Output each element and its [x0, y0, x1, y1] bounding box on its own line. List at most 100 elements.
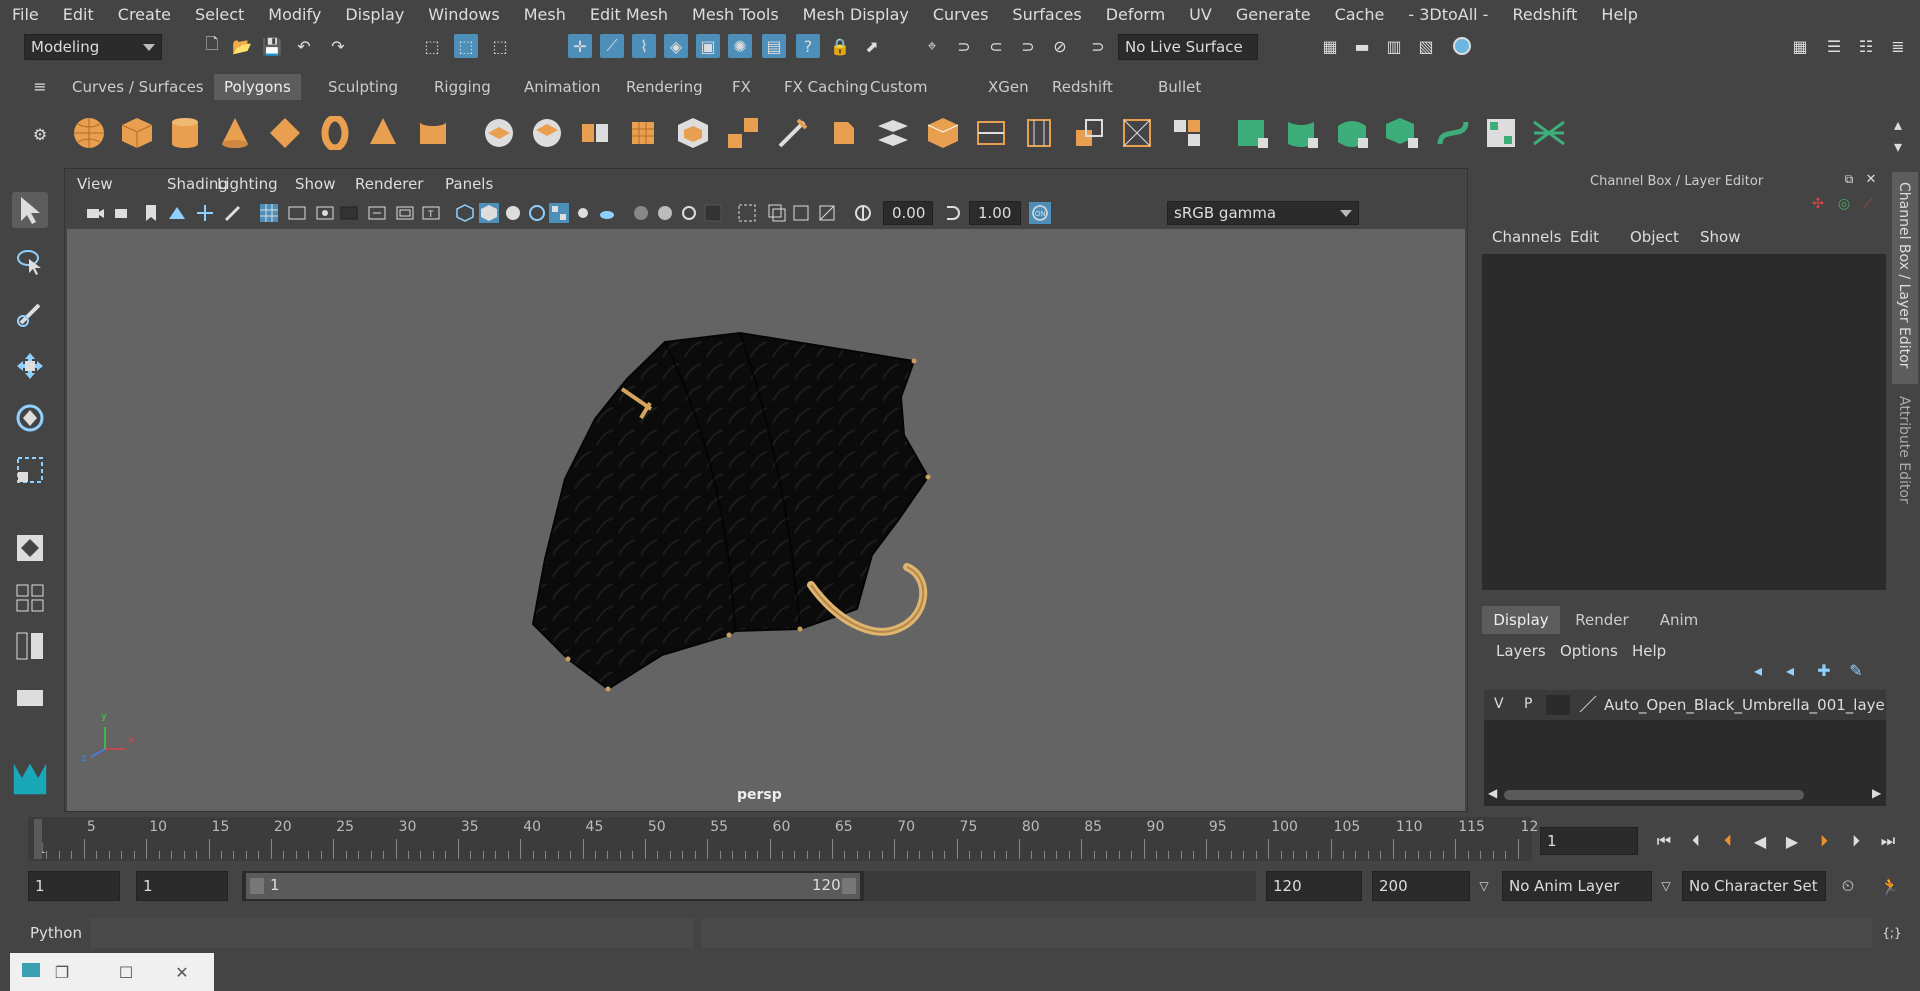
gamma-field[interactable]: 1.00: [969, 201, 1021, 225]
layer-tab-display[interactable]: Display: [1482, 606, 1560, 634]
new-layer-icon[interactable]: ✚: [1812, 658, 1836, 682]
layer-menu-help[interactable]: Help: [1632, 642, 1666, 660]
exposure-icon[interactable]: [853, 203, 873, 223]
exposure-field[interactable]: 0.00: [883, 201, 933, 225]
start-time-field[interactable]: 1: [28, 871, 120, 901]
motion-blur-icon[interactable]: [655, 203, 675, 223]
restore-window-icon[interactable]: ❐: [50, 960, 74, 984]
uv-cylindrical-icon[interactable]: [1286, 116, 1320, 150]
range-empty-track[interactable]: [864, 871, 1256, 901]
timeline-track[interactable]: 1510152025303540455055606570758085909510…: [28, 817, 1538, 861]
step-forward-frame-icon[interactable]: ⏵: [1844, 829, 1868, 853]
layer-name[interactable]: Auto_Open_Black_Umbrella_001_laye: [1604, 696, 1884, 714]
render-frame-icon[interactable]: ▤: [762, 34, 786, 58]
reflection-icon[interactable]: ⊘: [1048, 34, 1072, 58]
save-scene-icon[interactable]: 💾: [260, 34, 284, 58]
layer-scrollbar[interactable]: [1504, 790, 1804, 800]
soft-select-icon[interactable]: ⊃: [1016, 34, 1040, 58]
fill-hole-icon[interactable]: [1170, 116, 1204, 150]
uv-auto-icon[interactable]: [1386, 116, 1420, 150]
menu-mesh[interactable]: Mesh: [512, 5, 578, 24]
ambient-occlusion-icon[interactable]: [631, 203, 651, 223]
uv-cut-sew-icon[interactable]: [1532, 116, 1566, 150]
bridge-icon[interactable]: [876, 116, 910, 150]
redo-icon[interactable]: ↷: [326, 34, 350, 58]
uv-unfold-icon[interactable]: [1436, 116, 1470, 150]
go-to-start-icon[interactable]: ⏮: [1652, 829, 1676, 853]
side-tab-channel-box[interactable]: Channel Box / Layer Editor: [1892, 172, 1918, 384]
new-layer-selected-icon[interactable]: ✎: [1844, 658, 1868, 682]
menu-mesh-tools[interactable]: Mesh Tools: [680, 5, 791, 24]
manipulator-icon[interactable]: ◎: [1834, 194, 1854, 214]
select-objects-icon[interactable]: ⬚: [454, 34, 478, 58]
menu-surfaces[interactable]: Surfaces: [1000, 5, 1093, 24]
mirror-icon[interactable]: [726, 116, 760, 150]
outliner-layout-icon[interactable]: [12, 628, 48, 664]
character-set-field[interactable]: No Character Set: [1682, 871, 1826, 901]
new-scene-icon[interactable]: 🗋: [200, 34, 224, 58]
shelf-settings-icon[interactable]: ⚙: [28, 122, 52, 146]
render-settings-icon[interactable]: ▦: [1318, 34, 1342, 58]
menu-generate[interactable]: Generate: [1224, 5, 1323, 24]
2d-pan-zoom-icon[interactable]: [195, 203, 215, 223]
menu-uv[interactable]: UV: [1177, 5, 1224, 24]
render-view-icon[interactable]: ▧: [1414, 34, 1438, 58]
command-input[interactable]: [90, 918, 694, 948]
layer-toggle-icon[interactable]: ≣: [1886, 34, 1910, 58]
layer-playback-toggle[interactable]: P: [1524, 696, 1532, 712]
menu-curves[interactable]: Curves: [921, 5, 1001, 24]
boolean-icon[interactable]: [676, 116, 710, 150]
close-window-icon[interactable]: ✕: [170, 960, 194, 984]
menu-create[interactable]: Create: [106, 5, 183, 24]
shelf-tab-bullet[interactable]: Bullet: [1148, 74, 1211, 100]
shelf-tab-polygons[interactable]: Polygons: [214, 74, 301, 100]
camera-select-icon[interactable]: [85, 203, 105, 223]
maximize-window-icon[interactable]: ☐: [114, 960, 138, 984]
channel-menu-channels[interactable]: Channels: [1492, 228, 1561, 246]
side-tab-attribute-editor[interactable]: Attribute Editor: [1892, 396, 1918, 526]
lasso-tool-icon[interactable]: [12, 244, 48, 280]
go-to-end-icon[interactable]: ⏭: [1876, 829, 1900, 853]
snap-point-icon[interactable]: ⌇: [632, 34, 656, 58]
xray-components-icon[interactable]: [817, 203, 837, 223]
pivot-icon[interactable]: ⟋: [1858, 194, 1878, 214]
smooth-icon[interactable]: [626, 116, 660, 150]
snap-view-plane-icon[interactable]: ◈: [664, 34, 688, 58]
move-layer-down-icon[interactable]: ◂: [1778, 658, 1802, 682]
scroll-left-icon[interactable]: ◀: [1488, 786, 1497, 800]
shelf-tab-sculpting[interactable]: Sculpting: [318, 74, 408, 100]
xray-icon[interactable]: [767, 203, 787, 223]
shelf-scroll-up-icon[interactable]: ▴: [1886, 112, 1910, 136]
lights-icon[interactable]: [573, 203, 593, 223]
snap-live-icon[interactable]: ▣: [696, 34, 720, 58]
menu-help[interactable]: Help: [1589, 5, 1649, 24]
select-components-icon[interactable]: ⬚: [488, 34, 512, 58]
uv-spherical-icon[interactable]: [1336, 116, 1370, 150]
merge-icon[interactable]: [1120, 116, 1154, 150]
open-scene-icon[interactable]: 📂: [230, 34, 254, 58]
grease-pencil-icon[interactable]: [223, 203, 243, 223]
poly-sphere-icon[interactable]: [72, 116, 106, 150]
layer-menu-options[interactable]: Options: [1560, 642, 1618, 660]
append-polygon-icon[interactable]: [1072, 116, 1106, 150]
anim-layer-chevron-icon[interactable]: ▽: [1472, 874, 1496, 898]
anim-layer-field[interactable]: No Anim Layer: [1502, 871, 1652, 901]
smooth-shade-icon[interactable]: [479, 203, 499, 223]
channel-menu-edit[interactable]: Edit: [1570, 228, 1599, 246]
channel-list[interactable]: [1482, 254, 1886, 590]
select-hierarchy-icon[interactable]: ⬚: [420, 34, 444, 58]
script-language-label[interactable]: Python: [30, 924, 82, 942]
snap-center-icon[interactable]: ✺: [728, 34, 752, 58]
shelf-menu-icon[interactable]: ≡: [28, 74, 52, 98]
menu-redshift[interactable]: Redshift: [1500, 5, 1589, 24]
range-start-grip[interactable]: [250, 878, 264, 894]
gamma-icon[interactable]: [943, 203, 963, 223]
scroll-right-icon[interactable]: ▶: [1872, 786, 1881, 800]
float-panel-icon[interactable]: ⧉: [1840, 170, 1858, 188]
shelf-tab-xgen[interactable]: XGen: [978, 74, 1039, 100]
shelf-tab-fx[interactable]: FX: [722, 74, 761, 100]
poly-pipe-icon[interactable]: [416, 116, 450, 150]
resolution-gate-icon[interactable]: [315, 203, 335, 223]
viewport-menu-show[interactable]: Show: [295, 175, 335, 193]
shadows-icon[interactable]: [597, 203, 617, 223]
